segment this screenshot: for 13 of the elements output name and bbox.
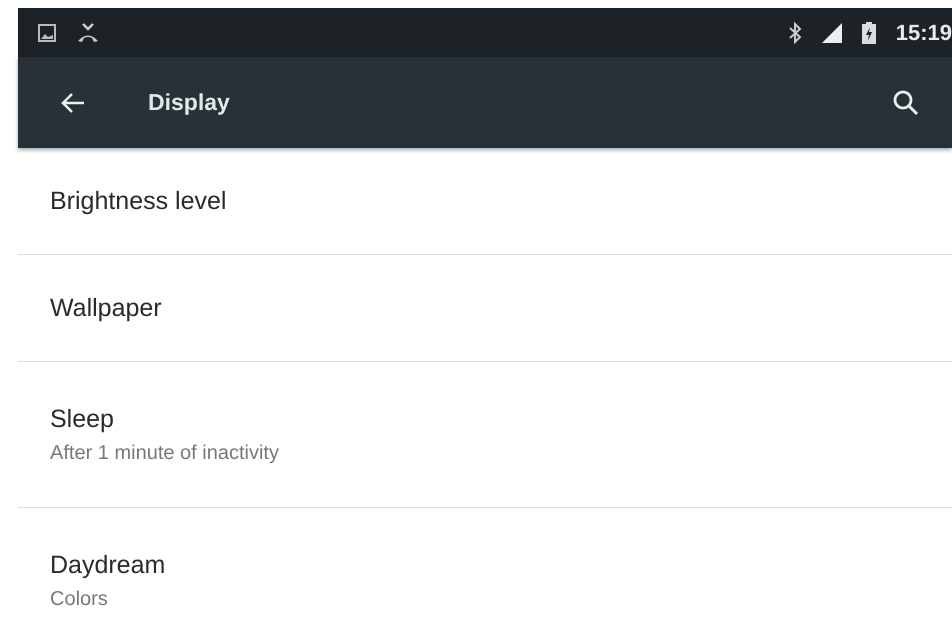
missed-call-icon	[76, 22, 100, 44]
screen-title: Display	[148, 89, 230, 116]
setting-title[interactable]: Wallpaper	[50, 294, 952, 322]
setting-title[interactable]: Sleep	[50, 404, 952, 434]
signal-icon	[822, 22, 842, 42]
setting-summary: After 1 minute of inactivity	[50, 442, 280, 464]
bluetooth-icon	[788, 22, 802, 44]
battery-charging-icon	[862, 22, 876, 44]
setting-summary: Colors	[50, 588, 109, 610]
status-time: 15:19	[896, 20, 952, 46]
image-notification-icon	[38, 24, 56, 42]
setting-title[interactable]: Brightness level	[50, 186, 952, 216]
setting-title[interactable]: Daydream	[50, 550, 952, 580]
